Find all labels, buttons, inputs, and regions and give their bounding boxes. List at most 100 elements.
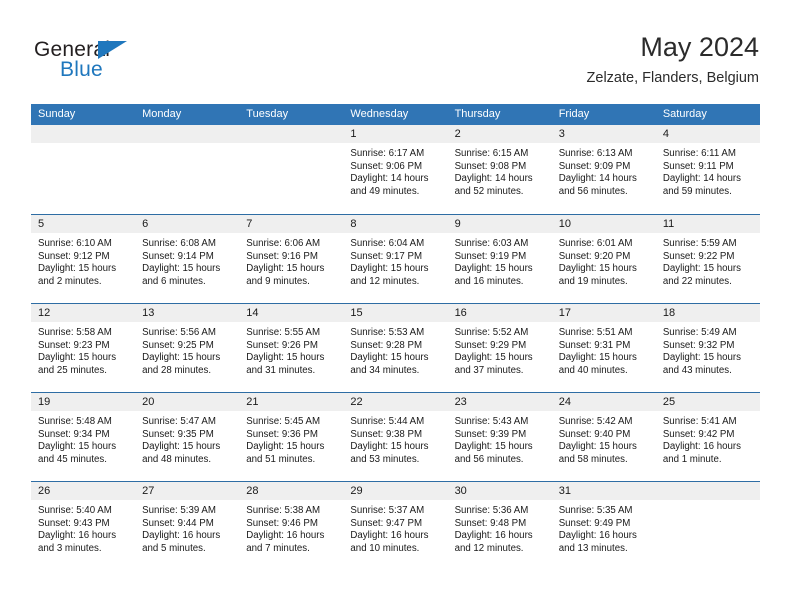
calendar-day-cell-12[interactable]: 12 Sunrise: 5:58 AM Sunset: 9:23 PM Dayligh… <box>31 304 136 392</box>
day-detail-line: Sunset: 9:23 PM <box>38 339 110 351</box>
day-details: Sunrise: 6:04 AM Sunset: 9:17 PM Daylight:… <box>343 233 447 288</box>
day-details <box>239 143 343 148</box>
day-detail-line: Sunrise: 6:11 AM <box>662 148 736 159</box>
day-details: Sunrise: 5:40 AM Sunset: 9:43 PM Daylight:… <box>31 500 135 555</box>
calendar-day-cell-1[interactable]: 1 Sunrise: 6:17 AM Sunset: 9:06 PM Daylight… <box>343 125 448 214</box>
calendar-weeks: 1 Sunrise: 6:17 AM Sunset: 9:06 PM Daylight… <box>31 125 760 570</box>
calendar-day-cell-15[interactable]: 15 Sunrise: 5:53 AM Sunset: 9:28 PM Dayligh… <box>343 304 448 392</box>
calendar-day-cell-20[interactable]: 20 Sunrise: 5:47 AM Sunset: 9:35 PM Dayligh… <box>135 393 240 481</box>
day-details: Sunrise: 6:13 AM Sunset: 9:09 PM Daylight:… <box>552 143 656 198</box>
day-detail-line: Sunset: 9:25 PM <box>142 339 214 351</box>
day-detail-line: Sunrise: 6:13 AM <box>558 148 633 159</box>
day-details: Sunrise: 6:01 AM Sunset: 9:20 PM Daylight:… <box>552 233 656 288</box>
calendar-day-cell-25[interactable]: 25 Sunrise: 5:41 AM Sunset: 9:42 PM Dayligh… <box>655 393 760 481</box>
day-details: Sunrise: 5:36 AM Sunset: 9:48 PM Daylight:… <box>448 500 552 555</box>
calendar-day-cell-7[interactable]: 7 Sunrise: 6:06 AM Sunset: 9:16 PM Daylight… <box>239 215 344 303</box>
calendar-day-cell-24[interactable]: 24 Sunrise: 5:42 AM Sunset: 9:40 PM Dayligh… <box>551 393 656 481</box>
day-detail-line: Daylight: 15 hours <box>38 441 117 453</box>
day-detail-line: Daylight: 14 hours <box>454 173 533 185</box>
day-detail-line: Sunrise: 6:06 AM <box>246 238 321 249</box>
day-detail-line: Sunset: 9:17 PM <box>350 250 423 262</box>
calendar-day-cell-9[interactable]: 9 Sunrise: 6:03 AM Sunset: 9:19 PM Daylight… <box>447 215 552 303</box>
calendar-day-cell-21[interactable]: 21 Sunrise: 5:45 AM Sunset: 9:36 PM Dayligh… <box>239 393 344 481</box>
page-title: May 2024 <box>640 32 759 62</box>
weekday-header-sunday: Sunday <box>38 108 76 120</box>
day-detail-line: Sunset: 9:20 PM <box>558 250 631 262</box>
calendar-day-cell-6[interactable]: 6 Sunrise: 6:08 AM Sunset: 9:14 PM Daylight… <box>135 215 240 303</box>
calendar-day-cell-14[interactable]: 14 Sunrise: 5:55 AM Sunset: 9:26 PM Dayligh… <box>239 304 344 392</box>
calendar-day-cell-3[interactable]: 3 Sunrise: 6:13 AM Sunset: 9:09 PM Daylight… <box>551 125 656 214</box>
calendar-day-cell-4[interactable]: 4 Sunrise: 6:11 AM Sunset: 9:11 PM Daylight… <box>655 125 760 214</box>
logo-text-blue: Blue <box>60 58 103 81</box>
day-detail-line: Sunset: 9:48 PM <box>454 517 527 529</box>
day-detail-line: Sunrise: 5:47 AM <box>142 416 216 427</box>
day-detail-line: Sunrise: 6:04 AM <box>350 238 425 249</box>
calendar-day-cell-29[interactable]: 29 Sunrise: 5:37 AM Sunset: 9:47 PM Dayligh… <box>343 482 448 570</box>
calendar-day-cell-10[interactable]: 10 Sunrise: 6:01 AM Sunset: 9:20 PM Dayligh… <box>551 215 656 303</box>
calendar-day-cell-28[interactable]: 28 Sunrise: 5:38 AM Sunset: 9:46 PM Dayligh… <box>239 482 344 570</box>
title-block: May 2024 Zelzate, Flanders, Belgium <box>587 30 759 87</box>
day-detail-line: Sunset: 9:42 PM <box>662 428 735 440</box>
day-detail-line: and 13 minutes. <box>558 542 628 554</box>
day-details: Sunrise: 5:47 AM Sunset: 9:35 PM Daylight:… <box>135 411 239 466</box>
day-detail-line: and 49 minutes. <box>350 185 420 197</box>
calendar-day-cell-2[interactable]: 2 Sunrise: 6:15 AM Sunset: 9:08 PM Daylight… <box>447 125 552 214</box>
day-details: Sunrise: 5:48 AM Sunset: 9:34 PM Daylight:… <box>31 411 135 466</box>
calendar-day-cell-30[interactable]: 30 Sunrise: 5:36 AM Sunset: 9:48 PM Dayligh… <box>447 482 552 570</box>
day-number <box>135 125 240 143</box>
weekday-header-monday: Monday <box>142 108 182 120</box>
day-detail-line: Daylight: 15 hours <box>142 352 221 364</box>
day-detail-line: Sunrise: 6:15 AM <box>454 148 529 159</box>
calendar-day-cell-18[interactable]: 18 Sunrise: 5:49 AM Sunset: 9:32 PM Dayligh… <box>655 304 760 392</box>
day-detail-line: Daylight: 16 hours <box>454 530 533 542</box>
day-detail-line: and 2 minutes. <box>38 275 102 287</box>
page-subtitle: Zelzate, Flanders, Belgium <box>586 70 759 86</box>
day-detail-line: Sunrise: 5:40 AM <box>38 505 112 516</box>
calendar-day-cell-26[interactable]: 26 Sunrise: 5:40 AM Sunset: 9:43 PM Dayligh… <box>31 482 136 570</box>
calendar-day-cell-11[interactable]: 11 Sunrise: 5:59 AM Sunset: 9:22 PM Dayligh… <box>655 215 760 303</box>
calendar-day-cell-23[interactable]: 23 Sunrise: 5:43 AM Sunset: 9:39 PM Dayligh… <box>447 393 552 481</box>
day-detail-line: Daylight: 15 hours <box>38 263 117 275</box>
day-details: Sunrise: 6:17 AM Sunset: 9:06 PM Daylight:… <box>343 143 447 198</box>
day-details: Sunrise: 5:39 AM Sunset: 9:44 PM Daylight:… <box>135 500 239 555</box>
day-details: Sunrise: 6:08 AM Sunset: 9:14 PM Daylight:… <box>135 233 239 288</box>
day-detail-line: Sunrise: 5:55 AM <box>246 327 321 338</box>
day-detail-line: Daylight: 15 hours <box>246 441 325 453</box>
weekday-header-friday: Friday <box>558 108 590 120</box>
day-detail-line: Sunset: 9:40 PM <box>558 428 631 440</box>
day-details: Sunrise: 5:35 AM Sunset: 9:49 PM Daylight:… <box>552 500 656 555</box>
calendar-day-cell-5[interactable]: 5 Sunrise: 6:10 AM Sunset: 9:12 PM Daylight… <box>31 215 136 303</box>
day-number: 22 <box>343 393 448 411</box>
calendar-day-cell-19[interactable]: 19 Sunrise: 5:48 AM Sunset: 9:34 PM Dayligh… <box>31 393 136 481</box>
day-detail-line: Sunrise: 5:45 AM <box>246 416 321 427</box>
calendar-day-cell-empty <box>31 125 136 214</box>
triangle-icon <box>98 41 127 59</box>
weekday-header-saturday: Saturday <box>662 108 707 120</box>
calendar-day-cell-16[interactable]: 16 Sunrise: 5:52 AM Sunset: 9:29 PM Dayligh… <box>447 304 552 392</box>
calendar-day-cell-27[interactable]: 27 Sunrise: 5:39 AM Sunset: 9:44 PM Dayligh… <box>135 482 240 570</box>
day-detail-line: and 25 minutes. <box>38 364 107 376</box>
calendar-day-cell-31[interactable]: 31 Sunrise: 5:35 AM Sunset: 9:49 PM Dayligh… <box>551 482 656 570</box>
day-detail-line: Sunset: 9:28 PM <box>350 339 423 351</box>
day-detail-line: Sunrise: 5:36 AM <box>454 505 529 516</box>
day-number: 19 <box>31 393 136 411</box>
day-detail-line: Daylight: 15 hours <box>142 441 221 453</box>
day-details: Sunrise: 5:38 AM Sunset: 9:46 PM Daylight:… <box>239 500 343 555</box>
day-detail-line: Sunrise: 5:44 AM <box>350 416 425 427</box>
day-number: 21 <box>239 393 344 411</box>
day-detail-line: Sunset: 9:14 PM <box>142 250 214 262</box>
day-number: 31 <box>551 482 656 500</box>
day-detail-line: Daylight: 15 hours <box>662 263 741 275</box>
calendar-day-cell-8[interactable]: 8 Sunrise: 6:04 AM Sunset: 9:17 PM Daylight… <box>343 215 448 303</box>
day-detail-line: Sunset: 9:31 PM <box>558 339 631 351</box>
day-details: Sunrise: 5:56 AM Sunset: 9:25 PM Daylight:… <box>135 322 239 377</box>
calendar-day-cell-17[interactable]: 17 Sunrise: 5:51 AM Sunset: 9:31 PM Dayligh… <box>551 304 656 392</box>
calendar-day-cell-22[interactable]: 22 Sunrise: 5:44 AM Sunset: 9:38 PM Dayligh… <box>343 393 448 481</box>
day-details: Sunrise: 6:06 AM Sunset: 9:16 PM Daylight:… <box>239 233 343 288</box>
day-details <box>656 500 760 505</box>
calendar-day-cell-13[interactable]: 13 Sunrise: 5:56 AM Sunset: 9:25 PM Dayligh… <box>135 304 240 392</box>
day-detail-line: and 51 minutes. <box>246 453 316 465</box>
day-detail-line: Sunrise: 5:49 AM <box>662 327 737 338</box>
day-detail-line: Daylight: 15 hours <box>558 441 637 453</box>
day-detail-line: Daylight: 15 hours <box>350 352 429 364</box>
